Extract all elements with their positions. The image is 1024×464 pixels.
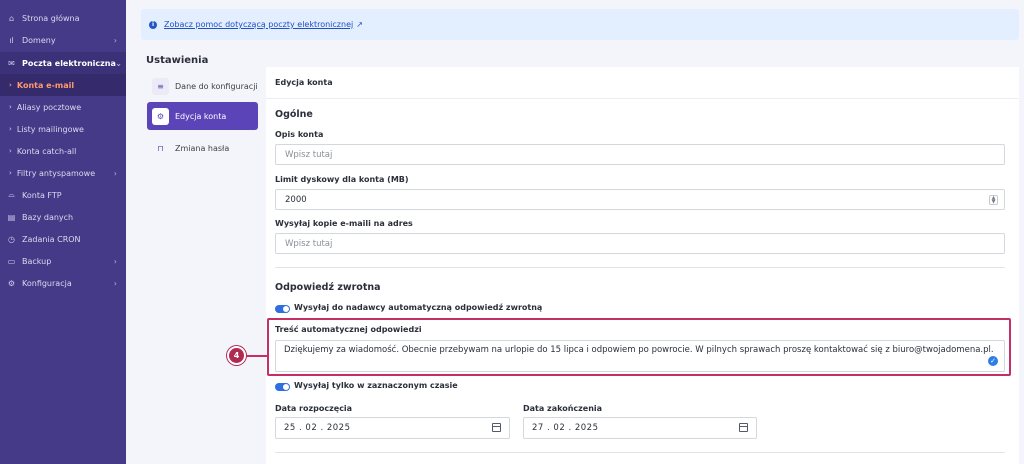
help-link[interactable]: Zobacz pomoc dotyczącą poczty elektronic… xyxy=(164,20,353,29)
check-icon: ✓ xyxy=(988,356,998,366)
disk-limit-value: 2000 xyxy=(285,194,307,205)
chevron-right-icon: › xyxy=(113,256,117,266)
start-date-input[interactable]: 25 . 02 . 2025 xyxy=(275,417,510,439)
general-section-title: Ogólne xyxy=(275,109,313,120)
end-date-value: 27 . 02 . 2025 xyxy=(532,423,599,433)
sidebar-item-home[interactable]: ⌂ Strona główna xyxy=(0,7,126,29)
chevron-right-icon: › xyxy=(113,168,117,178)
copy-label: Wysyłaj kopie e-maili na adres xyxy=(275,219,413,228)
chevron-right-icon: › xyxy=(9,125,12,133)
mail-icon: ✉ xyxy=(8,58,15,68)
limit-label: Limit dyskowy dla konta (MB) xyxy=(275,175,409,184)
sidebar-item-ftp[interactable]: ⌓ Konta FTP xyxy=(0,184,126,206)
sidebar-item-label: Konta e-mail xyxy=(16,80,75,90)
reply-content-textarea[interactable]: Dziękujemy za wiadomość. Obecnie przebyw… xyxy=(275,340,1005,372)
folder-icon: ⌓ xyxy=(8,190,15,199)
end-date-input[interactable]: 27 . 02 . 2025 xyxy=(523,417,757,439)
settings-nav-config-data[interactable]: ≡ Dane do konfiguracji xyxy=(147,72,258,100)
gear-icon: ⚙ xyxy=(152,107,169,125)
disk-limit-input[interactable]: 2000 ▲ ▼ xyxy=(275,189,1005,210)
auto-reply-toggle-label: Wysyłaj do nadawcy automatyczną odpowied… xyxy=(294,303,543,312)
desc-label: Opis konta xyxy=(275,130,324,139)
calendar-icon[interactable] xyxy=(492,423,501,432)
sidebar-item-cron[interactable]: ◷ Zadania CRON xyxy=(0,228,126,250)
home-icon: ⌂ xyxy=(8,13,15,23)
stepper-icon[interactable]: ▲ ▼ xyxy=(989,195,998,205)
sidebar-item-backup[interactable]: ▭ Backup › xyxy=(0,250,126,272)
database-icon: ▤ xyxy=(7,212,16,222)
card-title: Edycja konta xyxy=(275,78,333,87)
reply-content-label: Treść automatycznej odpowiedzi xyxy=(275,325,422,334)
sidebar-item-email[interactable]: ✉ Poczta elektroniczna ⌄ xyxy=(0,52,126,74)
sidebar-subitem-mailing-lists[interactable]: › Listy mailingowe xyxy=(0,118,126,140)
sidebar-item-label: Konfiguracja xyxy=(22,278,72,288)
step-connector xyxy=(246,355,268,357)
sidebar-item-label: Aliasy pocztowe xyxy=(16,102,82,112)
time-window-toggle[interactable] xyxy=(275,383,290,391)
time-window-toggle-label: Wysyłaj tylko w zaznaczonym czasie xyxy=(294,381,458,390)
chevron-right-icon: › xyxy=(113,35,117,45)
sidebar-subitem-catch-all[interactable]: › Konta catch-all xyxy=(0,140,126,162)
chevron-right-icon: › xyxy=(113,278,117,288)
reply-content-text: Dziękujemy za wiadomość. Obecnie przebyw… xyxy=(284,345,994,355)
inbox-icon: ▭ xyxy=(7,256,16,266)
sidebar-item-label: Listy mailingowe xyxy=(16,124,84,134)
external-link-icon: ↗ xyxy=(356,20,363,29)
info-icon: i xyxy=(149,20,157,29)
settings-nav-label: Zmiana hasła xyxy=(175,143,230,153)
chevron-right-icon: › xyxy=(9,147,12,155)
copy-address-input[interactable]: Wpisz tutaj xyxy=(275,233,1005,254)
sidebar-subitem-email-accounts[interactable]: › Konta e-mail xyxy=(0,74,126,96)
sidebar-item-label: Poczta elektroniczna xyxy=(22,58,116,68)
settings-title: Ustawienia xyxy=(146,55,209,66)
sidebar-item-label: Konta catch-all xyxy=(16,146,77,156)
account-description-input[interactable]: Wpisz tutaj xyxy=(275,144,1005,165)
edit-account-card: Edycja konta xyxy=(266,67,1019,464)
sidebar-item-label: Filtry antyspamowe xyxy=(16,168,96,178)
sidebar-subitem-aliases[interactable]: › Aliasy pocztowe xyxy=(0,96,126,118)
sidebar-item-label: Strona główna xyxy=(22,13,80,23)
step-number-badge: 4 xyxy=(227,346,246,365)
sidebar-item-label: Konta FTP xyxy=(22,190,62,200)
chevron-right-icon: › xyxy=(9,103,12,111)
settings-nav-edit-account[interactable]: ⚙ Edycja konta xyxy=(147,102,258,130)
settings-nav-label: Dane do konfiguracji xyxy=(175,81,258,91)
sidebar-item-configuration[interactable]: ⚙ Konfiguracja › xyxy=(0,272,126,294)
lock-icon: ⊓ xyxy=(157,143,164,153)
settings-nav-label: Edycja konta xyxy=(175,111,227,121)
chevron-right-icon: › xyxy=(9,81,12,89)
calendar-icon[interactable] xyxy=(739,423,748,432)
section-divider xyxy=(275,267,1005,268)
info-banner: i Zobacz pomoc dotyczącą poczty elektron… xyxy=(141,9,1019,40)
sidebar-item-label: Bazy danych xyxy=(22,212,74,222)
clock-icon: ◷ xyxy=(8,234,15,244)
card-header: Edycja konta xyxy=(266,67,1019,99)
sidebar-subitem-antispam[interactable]: › Filtry antyspamowe › xyxy=(0,162,126,184)
sidebar-item-label: Backup xyxy=(22,256,52,266)
chevron-right-icon: › xyxy=(9,169,12,177)
auto-reply-toggle[interactable] xyxy=(275,305,290,313)
end-date-label: Data zakończenia xyxy=(523,404,603,413)
chart-icon: ıl xyxy=(9,35,14,45)
sidebar-item-domains[interactable]: ıl Domeny › xyxy=(0,29,126,51)
sidebar-item-databases[interactable]: ▤ Bazy danych xyxy=(0,206,126,228)
reply-section-title: Odpowiedź zwrotna xyxy=(275,282,381,293)
sidebar-item-label: Zadania CRON xyxy=(22,234,81,244)
sidebar-item-label: Domeny xyxy=(22,35,56,45)
section-divider xyxy=(275,452,1005,453)
sidebar: ⌂ Strona główna ıl Domeny › ✉ Poczta ele… xyxy=(0,0,126,464)
settings-nav-change-password[interactable]: ⊓ Zmiana hasła xyxy=(147,134,258,162)
gear-icon: ⚙ xyxy=(7,278,16,288)
list-icon: ≡ xyxy=(152,77,169,95)
start-date-label: Data rozpoczęcia xyxy=(275,404,353,413)
start-date-value: 25 . 02 . 2025 xyxy=(284,423,351,433)
chevron-down-icon: ⌄ xyxy=(115,58,122,68)
